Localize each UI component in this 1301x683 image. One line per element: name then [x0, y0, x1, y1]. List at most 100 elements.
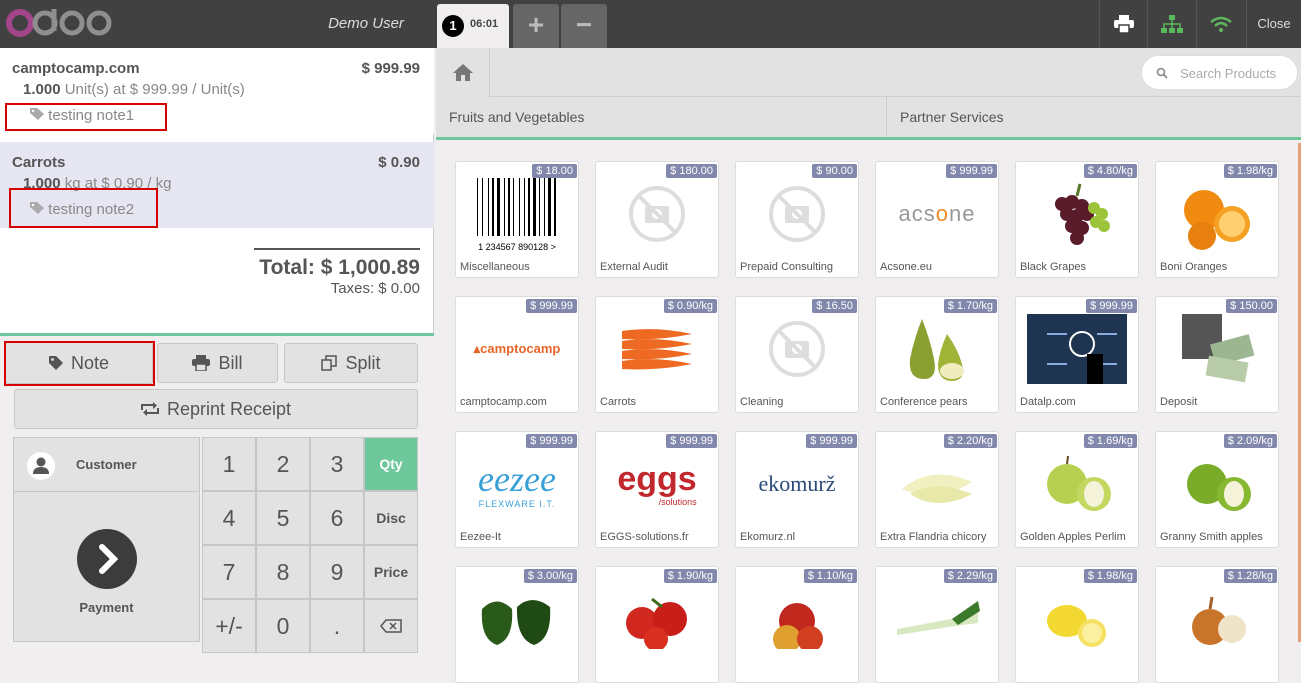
product-price: $ 999.99	[526, 434, 577, 448]
product-price: $ 999.99	[526, 299, 577, 313]
mode-qty-button[interactable]: Qty	[364, 437, 418, 491]
order-line[interactable]: camptocamp.com $ 999.99 1.000 Unit(s) at…	[0, 48, 434, 134]
order-line-selected[interactable]: Carrots $ 0.90 1.000 kg at $ 0.90 / kg t…	[0, 142, 434, 228]
product-card[interactable]: $ 16.50 Cleaning	[735, 296, 859, 413]
product-price: $ 999.99	[806, 434, 857, 448]
product-card[interactable]: $ 2.20/kg Extra Flandria chicory	[875, 431, 999, 548]
product-card[interactable]: $ 1.10/kg	[735, 566, 859, 683]
product-image	[1166, 444, 1268, 524]
wifi-icon[interactable]	[1196, 0, 1244, 48]
home-button[interactable]	[436, 48, 490, 97]
user-icon	[27, 452, 55, 480]
top-bar: Demo User 1 06:01 + − Close	[0, 0, 1301, 48]
product-card[interactable]: $ 0.90/kg Carrots	[595, 296, 719, 413]
product-card[interactable]: $ 1.98/kg	[1015, 566, 1139, 683]
product-price: $ 2.20/kg	[943, 434, 997, 448]
no-image-icon	[746, 309, 848, 389]
product-name: Golden Apples Perlim	[1020, 531, 1126, 543]
product-card[interactable]: ▴camptocamp $ 999.99 camptocamp.com	[455, 296, 579, 413]
numpad-key-5[interactable]: 5	[256, 491, 310, 545]
product-image	[1166, 309, 1268, 389]
search-icon	[1156, 67, 1168, 79]
product-name: Eezee-It	[460, 531, 501, 543]
product-price: $ 1.98/kg	[1083, 569, 1137, 583]
numpad-key-7[interactable]: 7	[202, 545, 256, 599]
reprint-receipt-button[interactable]: Reprint Receipt	[14, 389, 418, 429]
product-image	[1026, 309, 1128, 389]
product-card[interactable]: $ 4.80/kg Black Grapes	[1015, 161, 1139, 278]
order-line-price: $ 0.90	[378, 154, 420, 171]
product-card[interactable]: 1 234567 890128 > $ 18.00 Miscellaneous	[455, 161, 579, 278]
product-card[interactable]: $ 1.69/kg Golden Apples Perlim	[1015, 431, 1139, 548]
product-price: $ 4.80/kg	[1083, 164, 1137, 178]
product-name: Black Grapes	[1020, 261, 1087, 273]
product-name: Acsone.eu	[880, 261, 932, 273]
mode-price-button[interactable]: Price	[364, 545, 418, 599]
product-card[interactable]: $ 1.70/kg Conference pears	[875, 296, 999, 413]
product-name: Datalp.com	[1020, 396, 1076, 408]
new-order-button[interactable]: +	[513, 4, 559, 48]
product-card[interactable]: $ 1.90/kg	[595, 566, 719, 683]
product-card[interactable]: eezee FLEXWARE I.T. $ 999.99 Eezee-It	[455, 431, 579, 548]
numpad-key-1[interactable]: 1	[202, 437, 256, 491]
product-image	[606, 579, 708, 659]
product-name: Extra Flandria chicory	[880, 531, 987, 543]
product-image	[886, 309, 988, 389]
close-button[interactable]: Close	[1246, 0, 1301, 48]
search-box[interactable]: Search Products	[1141, 55, 1298, 90]
product-card[interactable]: acsone $ 999.99 Acsone.eu	[875, 161, 999, 278]
product-card[interactable]: eggs/solutions $ 999.99 EGGS-solutions.fr	[595, 431, 719, 548]
print-icon	[192, 355, 211, 371]
numpad-key-9[interactable]: 9	[310, 545, 364, 599]
numpad-key-0[interactable]: 0	[256, 599, 310, 653]
bill-button[interactable]: Bill	[157, 343, 278, 383]
backspace-button[interactable]	[364, 599, 418, 653]
numpad-key-2[interactable]: 2	[256, 437, 310, 491]
product-card[interactable]: ekomurž $ 999.99 Ekomurz.nl	[735, 431, 859, 548]
product-card[interactable]: $ 2.29/kg	[875, 566, 999, 683]
payment-button[interactable]: Payment	[13, 492, 200, 642]
product-price: $ 1.90/kg	[663, 569, 717, 583]
product-name: External Audit	[600, 261, 668, 273]
numpad-key-6[interactable]: 6	[310, 491, 364, 545]
mode-disc-button[interactable]: Disc	[364, 491, 418, 545]
search-input[interactable]: Search Products	[1180, 66, 1276, 81]
numpad-key-dot[interactable]: .	[310, 599, 364, 653]
product-price: $ 999.99	[666, 434, 717, 448]
product-price: $ 2.29/kg	[943, 569, 997, 583]
numpad-key-3[interactable]: 3	[310, 437, 364, 491]
category-partner-services[interactable]: Partner Services	[887, 97, 1301, 137]
order-line-price: $ 999.99	[361, 60, 420, 77]
split-button[interactable]: Split	[284, 343, 418, 383]
product-card[interactable]: $ 1.98/kg Boni Oranges	[1155, 161, 1279, 278]
product-card[interactable]: $ 3.00/kg	[455, 566, 579, 683]
order-line-name: camptocamp.com	[12, 60, 140, 77]
product-price: $ 0.90/kg	[663, 299, 717, 313]
order-tab[interactable]: 1 06:01	[437, 4, 509, 48]
numpad-key-4[interactable]: 4	[202, 491, 256, 545]
product-card[interactable]: $ 1.28/kg	[1155, 566, 1279, 683]
product-name: Prepaid Consulting	[740, 261, 833, 273]
svg-text:1 234567 890128 >: 1 234567 890128 >	[478, 242, 556, 252]
customer-button[interactable]: Customer	[13, 437, 200, 492]
numpad-key-plusminus[interactable]: +/-	[202, 599, 256, 653]
numpad-key-8[interactable]: 8	[256, 545, 310, 599]
product-card[interactable]: $ 90.00 Prepaid Consulting	[735, 161, 859, 278]
product-card[interactable]: $ 180.00 External Audit	[595, 161, 719, 278]
retweet-icon	[140, 402, 159, 416]
product-card[interactable]: $ 2.09/kg Granny Smith apples	[1155, 431, 1279, 548]
product-card[interactable]: $ 150.00 Deposit	[1155, 296, 1279, 413]
category-fruits-vegetables[interactable]: Fruits and Vegetables	[436, 97, 887, 137]
product-price: $ 150.00	[1226, 299, 1277, 313]
product-price: $ 1.28/kg	[1223, 569, 1277, 583]
odoo-logo	[6, 9, 112, 37]
order-time: 06:01	[470, 18, 499, 30]
product-image	[886, 444, 988, 524]
proxy-sitemap-icon[interactable]	[1147, 0, 1195, 48]
product-card[interactable]: $ 999.99 Datalp.com	[1015, 296, 1139, 413]
print-icon[interactable]	[1099, 0, 1147, 48]
product-name: Granny Smith apples	[1160, 531, 1263, 543]
product-name: Cleaning	[740, 396, 784, 408]
delete-order-button[interactable]: −	[561, 4, 607, 48]
product-image	[886, 579, 988, 659]
